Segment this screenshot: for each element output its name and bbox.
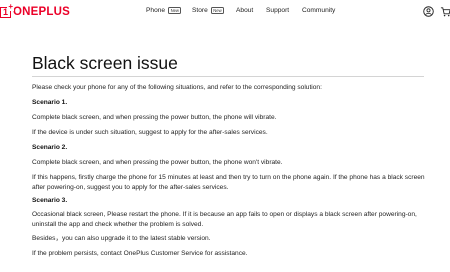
site-header: 1 + ONEPLUS Phone New Store New About Sup… (0, 0, 450, 24)
page-title: Black screen issue (32, 53, 178, 73)
nav-item-about-label: About (236, 7, 254, 14)
nav-item-phone-label: Phone (146, 7, 166, 14)
scenario2-description: Complete black screen, and when pressing… (32, 159, 283, 166)
scenario1-description: Complete black screen, and when pressing… (32, 114, 277, 121)
nav-item-store-label: Store (192, 7, 208, 14)
cart-icon[interactable] (440, 6, 450, 17)
nav-item-support[interactable]: Support (266, 7, 289, 14)
nav-item-support-label: Support (266, 7, 290, 14)
page: 1 + ONEPLUS Phone New Store New About Sup… (0, 0, 450, 272)
nav-item-store[interactable]: Store New (192, 7, 225, 14)
intro-text: Please check your phone for any of the f… (32, 84, 322, 91)
title-divider (32, 76, 424, 77)
nav-item-about[interactable]: About (236, 7, 253, 14)
contact-text: If the problem persists, contact OnePlus… (32, 250, 248, 257)
nav-item-community-label: Community (302, 7, 336, 14)
scenario1-heading: Scenario 1. (32, 99, 68, 106)
scenario2-heading: Scenario 2. (32, 144, 68, 151)
scenario1-solution: If the device is under such situation, s… (32, 129, 268, 136)
user-icon[interactable] (423, 6, 434, 17)
new-badge: New (168, 7, 182, 14)
scenario3-description: Occasional black screen, Please restart … (32, 211, 417, 229)
upgrade-text: Besides，you can also upgrade it to the l… (32, 235, 211, 242)
scenario2-solution: If this happens, firstly charge the phon… (32, 174, 425, 192)
main-nav: Phone New Store New About Support Commun… (0, 0, 450, 24)
new-badge: New (210, 7, 225, 14)
nav-item-community[interactable]: Community (302, 7, 335, 14)
nav-item-phone[interactable]: Phone New (146, 7, 182, 14)
scenario3-heading: Scenario 3. (32, 197, 68, 204)
